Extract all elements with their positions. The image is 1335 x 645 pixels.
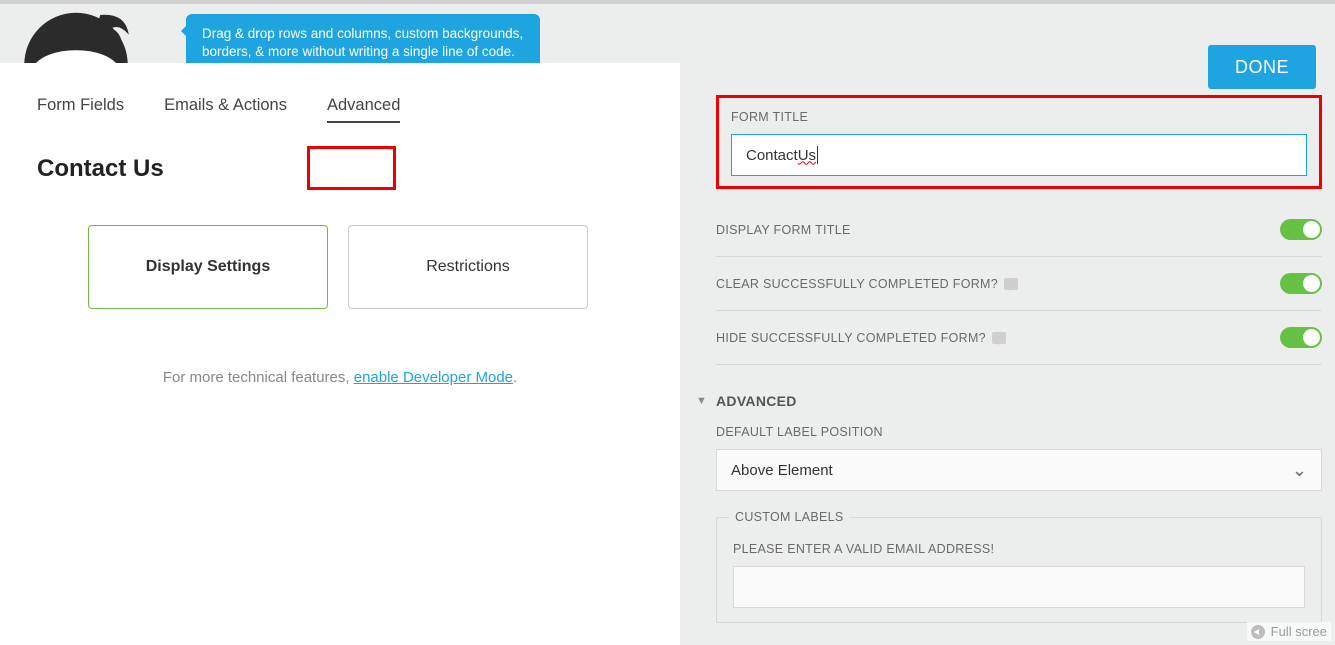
fullscreen-icon bbox=[1251, 625, 1265, 639]
nav-tabs: Form Fields Emails & Actions Advanced bbox=[0, 63, 680, 123]
display-form-title-toggle[interactable] bbox=[1280, 219, 1322, 240]
done-button[interactable]: DONE bbox=[1208, 45, 1316, 89]
form-title-value-pre: Contact bbox=[746, 147, 798, 164]
hide-form-label-text: HIDE SUCCESSFULLY COMPLETED FORM? bbox=[716, 331, 986, 345]
form-title-highlight: FORM TITLE Contact Us bbox=[716, 95, 1322, 189]
custom-labels-fieldset: CUSTOM LABELS PLEASE ENTER A VALID EMAIL… bbox=[716, 517, 1322, 623]
dev-note-post: . bbox=[513, 369, 517, 386]
tab-form-fields[interactable]: Form Fields bbox=[37, 96, 124, 123]
hide-form-row: HIDE SUCCESSFULLY COMPLETED FORM? bbox=[716, 311, 1322, 365]
help-icon[interactable] bbox=[992, 332, 1006, 344]
default-label-pos-value: Above Element bbox=[731, 462, 833, 479]
text-cursor bbox=[817, 146, 818, 164]
clear-form-label: CLEAR SUCCESSFULLY COMPLETED FORM? bbox=[716, 277, 1018, 291]
page-title: Contact Us bbox=[0, 123, 680, 183]
form-title-input[interactable]: Contact Us bbox=[731, 134, 1307, 176]
help-icon[interactable] bbox=[1004, 278, 1018, 290]
clear-form-row: CLEAR SUCCESSFULLY COMPLETED FORM? bbox=[716, 257, 1322, 311]
ninja-logo bbox=[21, 4, 131, 64]
hide-form-toggle[interactable] bbox=[1280, 327, 1322, 348]
left-panel: Form Fields Emails & Actions Advanced Co… bbox=[0, 63, 680, 645]
tab-advanced[interactable]: Advanced bbox=[327, 96, 400, 123]
default-label-pos-label: DEFAULT LABEL POSITION bbox=[716, 425, 1322, 439]
tab-emails-actions[interactable]: Emails & Actions bbox=[164, 96, 287, 123]
hide-form-label: HIDE SUCCESSFULLY COMPLETED FORM? bbox=[716, 331, 1006, 345]
advanced-section-label: ADVANCED bbox=[716, 393, 797, 409]
settings-panel: FORM TITLE Contact Us DISPLAY FORM TITLE… bbox=[716, 95, 1322, 623]
card-restrictions[interactable]: Restrictions bbox=[348, 225, 588, 309]
advanced-section-header[interactable]: ▼ ADVANCED bbox=[716, 365, 1322, 419]
top-border bbox=[0, 0, 1335, 4]
developer-mode-note: For more technical features, enable Deve… bbox=[0, 309, 680, 386]
custom-labels-legend: CUSTOM LABELS bbox=[729, 510, 850, 524]
display-form-title-row: DISPLAY FORM TITLE bbox=[716, 203, 1322, 257]
fullscreen-text: Full scree bbox=[1271, 624, 1327, 639]
option-cards: Display Settings Restrictions bbox=[0, 183, 680, 309]
default-label-pos-select[interactable]: Above Element ⌄ bbox=[716, 449, 1322, 491]
email-error-label: PLEASE ENTER A VALID EMAIL ADDRESS! bbox=[733, 542, 1305, 556]
form-title-label: FORM TITLE bbox=[731, 110, 1307, 124]
email-error-input[interactable] bbox=[733, 566, 1305, 608]
fullscreen-hint[interactable]: Full scree bbox=[1247, 622, 1331, 641]
clear-form-label-text: CLEAR SUCCESSFULLY COMPLETED FORM? bbox=[716, 277, 998, 291]
enable-developer-mode-link[interactable]: enable Developer Mode bbox=[354, 369, 513, 386]
chevron-down-icon: ⌄ bbox=[1292, 460, 1307, 481]
dev-note-text: For more technical features, bbox=[163, 369, 354, 386]
chevron-down-icon: ▼ bbox=[696, 395, 708, 407]
form-title-value-err: Us bbox=[798, 147, 816, 164]
display-form-title-label: DISPLAY FORM TITLE bbox=[716, 223, 851, 237]
clear-form-toggle[interactable] bbox=[1280, 273, 1322, 294]
card-display-settings[interactable]: Display Settings bbox=[88, 225, 328, 309]
